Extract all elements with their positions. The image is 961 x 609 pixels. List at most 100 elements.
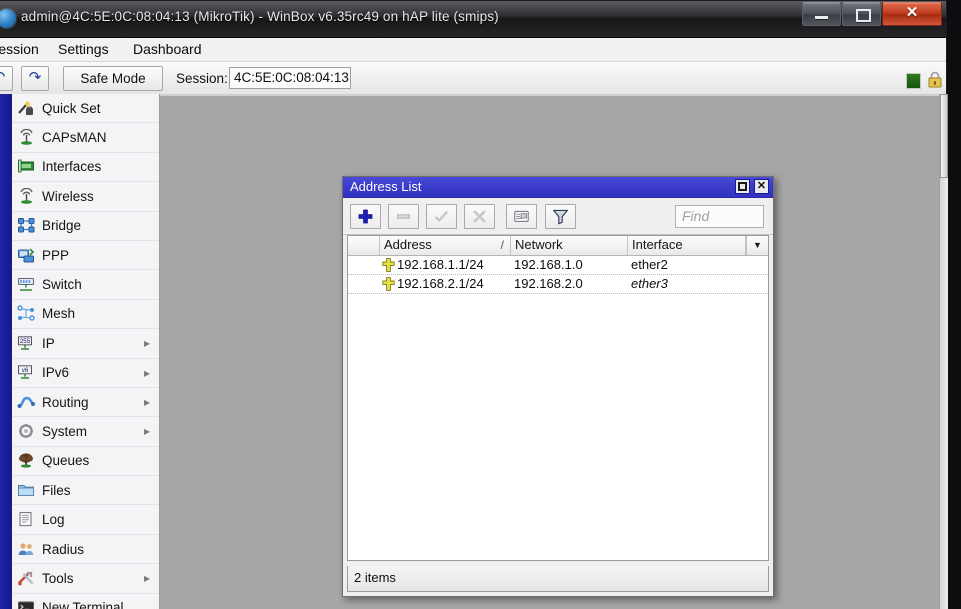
switch-icon xyxy=(16,276,37,294)
window-title: admin@4C:5E:0C:08:04:13 (MikroTik) - Win… xyxy=(21,9,499,24)
filter-button[interactable] xyxy=(545,204,576,229)
menubar: Session Settings Dashboard xyxy=(0,38,946,62)
window-controls: ✕ xyxy=(801,2,942,26)
routing-icon xyxy=(16,393,37,411)
window-titlebar[interactable]: admin@4C:5E:0C:08:04:13 (MikroTik) - Win… xyxy=(0,1,946,38)
new-terminal-icon xyxy=(16,599,37,609)
sidebar-item-log[interactable]: Log xyxy=(12,505,159,535)
enable-address-button[interactable] xyxy=(426,204,457,229)
table-header-address[interactable]: Address / xyxy=(380,236,511,255)
safe-mode-button[interactable]: Safe Mode xyxy=(63,66,163,91)
item-count-label: 2 items xyxy=(354,570,396,585)
table-row[interactable]: 192.168.1.1/24 192.168.1.0 ether2 xyxy=(348,256,768,275)
redo-button[interactable]: ↷ xyxy=(21,66,49,91)
sidebar-item-system[interactable]: System ▸ xyxy=(12,417,159,447)
screen-root: admin@4C:5E:0C:08:04:13 (MikroTik) - Win… xyxy=(0,0,961,609)
wireless-icon xyxy=(16,187,37,205)
winbox-main-window: admin@4C:5E:0C:08:04:13 (MikroTik) - Win… xyxy=(0,0,948,609)
sidebar-item-switch[interactable]: Switch xyxy=(12,270,159,300)
sidebar-item-label: CAPsMAN xyxy=(42,130,107,146)
funnel-icon xyxy=(553,209,568,225)
check-icon xyxy=(434,210,449,223)
table-header-address-label: Address xyxy=(384,237,432,252)
add-address-button[interactable] xyxy=(350,204,381,229)
submenu-arrow-icon: ▸ xyxy=(143,336,150,351)
table-row[interactable]: 192.168.2.1/24 192.168.2.0 ether3 xyxy=(348,275,768,294)
submenu-arrow-icon: ▸ xyxy=(143,365,150,380)
sidebar-item-label: PPP xyxy=(42,247,70,263)
minus-icon xyxy=(397,214,410,219)
cell-interface: ether3 xyxy=(631,276,668,291)
interfaces-icon xyxy=(16,158,37,176)
table-header-row: Address / Network Interface ▼ xyxy=(348,236,768,256)
cell-address: 192.168.2.1/24 xyxy=(397,276,484,291)
menu-dashboard[interactable]: Dashboard xyxy=(133,41,202,57)
sidebar-item-new-terminal[interactable]: New Terminal xyxy=(12,594,159,609)
column-chooser-button[interactable]: ▼ xyxy=(746,236,768,255)
network-address-icon xyxy=(382,258,395,272)
workspace-top-divider xyxy=(160,94,939,96)
remove-address-button[interactable] xyxy=(388,204,419,229)
queues-icon xyxy=(16,452,37,470)
workspace: RouterOS WinBox Quick Set CAPsMAN Interfac… xyxy=(0,94,948,609)
workspace-scrollbar[interactable] xyxy=(939,94,948,609)
sidebar-item-capsman[interactable]: CAPsMAN xyxy=(12,123,159,153)
winbox-orb-icon xyxy=(0,9,16,28)
sidebar-item-label: Mesh xyxy=(42,306,76,322)
session-field[interactable]: 4C:5E:0C:08:04:13 xyxy=(229,67,351,89)
sidebar-item-bridge[interactable]: Bridge xyxy=(12,212,159,241)
undo-button[interactable]: ↶ xyxy=(0,66,13,91)
comment-icon xyxy=(514,210,529,222)
sidebar-item-radius[interactable]: Radius xyxy=(12,535,159,565)
restore-icon xyxy=(738,182,747,191)
address-list-titlebar[interactable]: Address List ✕ xyxy=(343,177,773,198)
address-list-close-button[interactable]: ✕ xyxy=(754,179,769,194)
address-list-restore-button[interactable] xyxy=(735,179,750,194)
cell-address: 192.168.1.1/24 xyxy=(397,257,484,272)
table-header-interface[interactable]: Interface xyxy=(628,236,746,255)
submenu-arrow-icon: ▸ xyxy=(143,424,150,439)
ipv6-icon: v6 xyxy=(16,364,37,382)
table-header-flags xyxy=(348,236,380,255)
menu-session[interactable]: Session xyxy=(0,41,39,57)
disable-address-button[interactable] xyxy=(464,204,495,229)
sidebar-item-quick-set[interactable]: Quick Set xyxy=(12,94,159,124)
sidebar-item-label: New Terminal xyxy=(42,600,124,609)
sidebar-item-label: Files xyxy=(42,482,71,498)
sidebar-item-label: Routing xyxy=(42,394,89,410)
sidebar-item-label: IPv6 xyxy=(42,365,70,381)
table-header-network[interactable]: Network xyxy=(511,236,628,255)
close-icon: ✕ xyxy=(905,4,919,21)
menu-settings[interactable]: Settings xyxy=(58,41,109,57)
capsman-icon xyxy=(16,129,37,147)
sidebar-item-interfaces[interactable]: Interfaces xyxy=(12,153,159,183)
sort-ascending-icon: / xyxy=(500,238,504,252)
sidebar-item-label: Radius xyxy=(42,541,85,557)
close-button[interactable]: ✕ xyxy=(882,2,942,26)
sidebar-item-label: Bridge xyxy=(42,218,82,234)
sidebar-item-ipv6[interactable]: v6 IPv6 ▸ xyxy=(12,359,159,388)
find-input[interactable]: Find xyxy=(675,205,764,228)
files-icon xyxy=(16,481,37,499)
maximize-button[interactable] xyxy=(842,2,881,26)
workspace-scrollbar-thumb[interactable] xyxy=(940,94,948,178)
sidebar-menu: Quick Set CAPsMAN Interfaces Wireless Bridge… xyxy=(12,94,160,609)
sidebar-item-ppp[interactable]: PPP xyxy=(12,241,159,271)
comment-address-button[interactable] xyxy=(506,204,537,229)
sidebar-item-label: Queues xyxy=(42,453,90,469)
plus-icon xyxy=(358,209,373,224)
sidebar-item-mesh[interactable]: Mesh xyxy=(12,300,159,330)
sidebar-item-files[interactable]: Files xyxy=(12,476,159,506)
sidebar-item-wireless[interactable]: Wireless xyxy=(12,182,159,212)
lock-icon[interactable] xyxy=(927,71,943,88)
sidebar-item-ip[interactable]: 255 IP ▸ xyxy=(12,329,159,359)
network-address-icon xyxy=(382,277,395,291)
svg-text:v6: v6 xyxy=(22,367,29,374)
minimize-button[interactable] xyxy=(802,2,841,26)
address-list-window: Address List ✕ Find Address / Network In… xyxy=(342,176,774,597)
sidebar-item-queues[interactable]: Queues xyxy=(12,447,159,477)
sidebar-item-tools[interactable]: Tools ▸ xyxy=(12,564,159,594)
sidebar-item-routing[interactable]: Routing ▸ xyxy=(12,388,159,418)
sidebar-item-label: Quick Set xyxy=(42,100,101,116)
address-list-table: Address / Network Interface ▼ 192.168.1.… xyxy=(347,235,769,561)
